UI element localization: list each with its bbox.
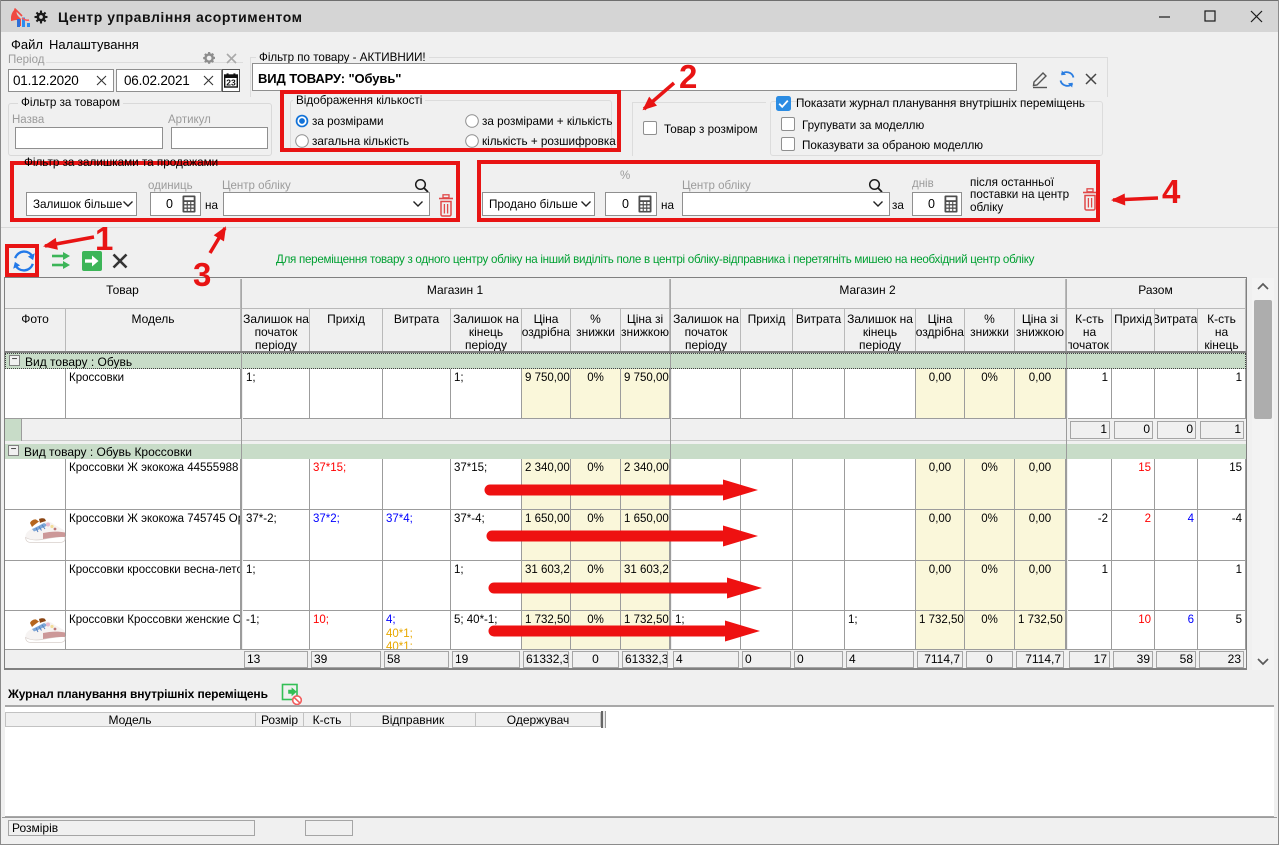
svg-text:23: 23 bbox=[226, 78, 236, 88]
